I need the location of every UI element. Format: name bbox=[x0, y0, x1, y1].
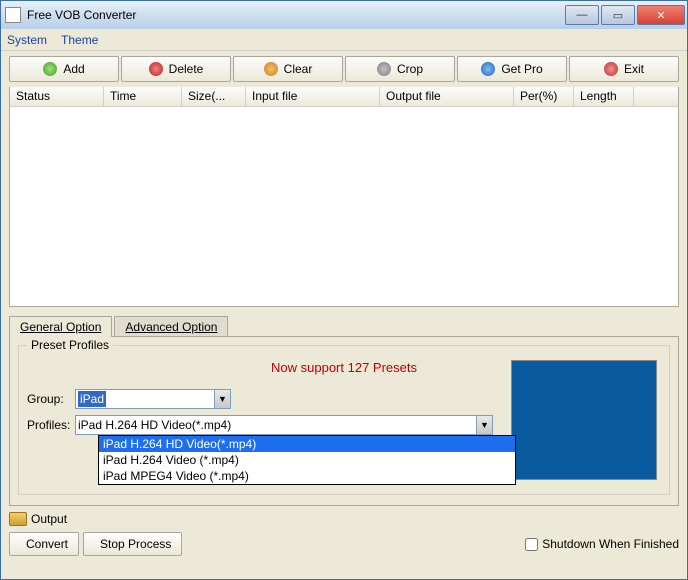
menu-system[interactable]: System bbox=[7, 33, 47, 47]
button-label: Delete bbox=[169, 62, 204, 76]
scissors-icon bbox=[377, 62, 391, 76]
dropdown-option[interactable]: iPad MPEG4 Video (*.mp4) bbox=[99, 468, 515, 484]
convert-button[interactable]: Convert bbox=[9, 532, 79, 556]
tab-panel: Preset Profiles Now support 127 Presets … bbox=[9, 336, 679, 506]
app-icon bbox=[5, 7, 21, 23]
col-per[interactable]: Per(%) bbox=[514, 87, 574, 106]
folder-icon[interactable] bbox=[9, 512, 27, 526]
button-label: Crop bbox=[397, 62, 423, 76]
group-combobox[interactable]: iPad ▼ bbox=[75, 389, 231, 409]
col-time[interactable]: Time bbox=[104, 87, 182, 106]
profiles-label: Profiles: bbox=[27, 418, 75, 432]
preset-fieldset: Preset Profiles Now support 127 Presets … bbox=[18, 345, 670, 495]
button-label: Add bbox=[63, 62, 84, 76]
minus-icon bbox=[149, 62, 163, 76]
button-label: Exit bbox=[624, 62, 644, 76]
dropdown-option[interactable]: iPad H.264 HD Video(*.mp4) bbox=[99, 436, 515, 452]
tab-advanced[interactable]: Advanced Option bbox=[114, 316, 228, 337]
button-label: Get Pro bbox=[501, 62, 542, 76]
col-input[interactable]: Input file bbox=[246, 87, 380, 106]
shutdown-checkbox-input[interactable] bbox=[525, 538, 538, 551]
col-output[interactable]: Output file bbox=[380, 87, 514, 106]
titlebar: Free VOB Converter — ▭ ✕ bbox=[1, 1, 687, 29]
tab-general[interactable]: General Option bbox=[9, 316, 112, 337]
output-label: Output bbox=[31, 512, 67, 526]
col-size[interactable]: Size(... bbox=[182, 87, 246, 106]
output-row: Output bbox=[9, 512, 679, 526]
clear-icon bbox=[264, 62, 278, 76]
col-status[interactable]: Status bbox=[10, 87, 104, 106]
profiles-dropdown: iPad H.264 HD Video(*.mp4) iPad H.264 Vi… bbox=[98, 435, 516, 485]
crop-button[interactable]: Crop bbox=[345, 56, 455, 82]
minimize-button[interactable]: — bbox=[565, 5, 599, 25]
star-icon bbox=[481, 62, 495, 76]
close-button[interactable]: ✕ bbox=[637, 5, 685, 25]
exit-icon bbox=[604, 62, 618, 76]
action-row: Convert Stop Process Shutdown When Finis… bbox=[9, 532, 679, 556]
window-controls: — ▭ ✕ bbox=[563, 5, 685, 25]
group-label: Group: bbox=[27, 392, 75, 406]
shutdown-checkbox[interactable]: Shutdown When Finished bbox=[525, 537, 679, 551]
profiles-value: iPad H.264 HD Video(*.mp4) bbox=[78, 418, 231, 432]
window-title: Free VOB Converter bbox=[27, 8, 563, 22]
clear-button[interactable]: Clear bbox=[233, 56, 343, 82]
getpro-button[interactable]: Get Pro bbox=[457, 56, 567, 82]
chevron-down-icon: ▼ bbox=[476, 416, 492, 434]
dropdown-option[interactable]: iPad H.264 Video (*.mp4) bbox=[99, 452, 515, 468]
stop-button[interactable]: Stop Process bbox=[83, 532, 182, 556]
tabs: General Option Advanced Option bbox=[9, 315, 679, 336]
delete-button[interactable]: Delete bbox=[121, 56, 231, 82]
exit-button[interactable]: Exit bbox=[569, 56, 679, 82]
menubar: System Theme bbox=[1, 29, 687, 51]
plus-icon bbox=[43, 62, 57, 76]
group-value: iPad bbox=[78, 391, 106, 407]
button-label: Clear bbox=[284, 62, 313, 76]
menu-theme[interactable]: Theme bbox=[61, 33, 98, 47]
toolbar: Add Delete Clear Crop Get Pro Exit bbox=[1, 51, 687, 87]
profiles-combobox[interactable]: iPad H.264 HD Video(*.mp4) ▼ bbox=[75, 415, 493, 435]
add-button[interactable]: Add bbox=[9, 56, 119, 82]
preview-pane bbox=[511, 360, 657, 480]
col-length[interactable]: Length bbox=[574, 87, 634, 106]
maximize-button[interactable]: ▭ bbox=[601, 5, 635, 25]
list-header: Status Time Size(... Input file Output f… bbox=[10, 87, 678, 107]
app-window: Free VOB Converter — ▭ ✕ System Theme Ad… bbox=[0, 0, 688, 580]
file-list: Status Time Size(... Input file Output f… bbox=[9, 87, 679, 307]
chevron-down-icon: ▼ bbox=[214, 390, 230, 408]
preset-legend: Preset Profiles bbox=[27, 338, 113, 352]
